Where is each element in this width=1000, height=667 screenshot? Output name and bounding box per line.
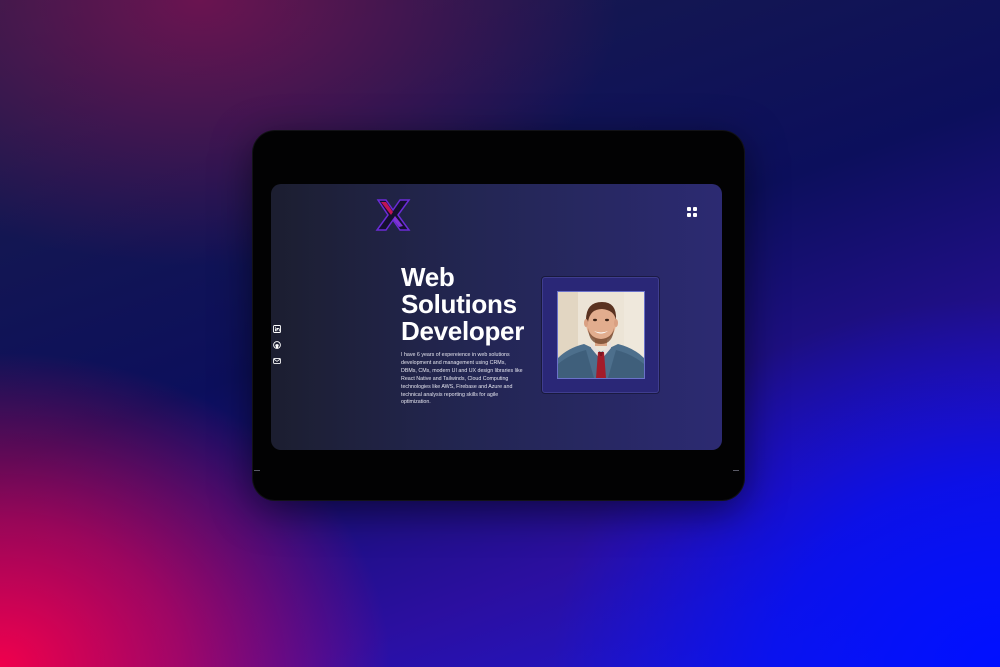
mail-icon[interactable]: [273, 357, 281, 365]
linkedin-icon[interactable]: [273, 325, 281, 333]
profile-card: [542, 277, 659, 393]
device-edge-mark: [254, 470, 260, 471]
grid-menu-icon[interactable]: [687, 207, 698, 218]
profile-photo-image: [558, 292, 644, 378]
social-links: [273, 325, 283, 373]
profile-photo: [557, 291, 645, 379]
hero-title-line: Developer: [401, 316, 525, 346]
website-screen: Web Solutions Developer I have 6 years o…: [271, 184, 722, 450]
hero-bio: I have 6 years of expereience in web sol…: [401, 352, 523, 406]
hero-title-line: Solutions: [401, 289, 517, 319]
hero-title: Web Solutions Developer: [401, 264, 524, 345]
device-edge-mark: [733, 470, 739, 471]
x-logo-icon[interactable]: [375, 198, 411, 232]
github-icon[interactable]: [273, 341, 281, 349]
hero-title-line: Web: [401, 262, 455, 292]
